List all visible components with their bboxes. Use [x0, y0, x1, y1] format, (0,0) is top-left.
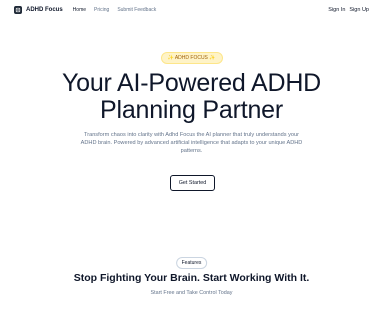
logo-glyph	[15, 7, 21, 13]
features-pill: Features	[175, 257, 208, 269]
hero-subtitle: Transform chaos into clarity with Adhd F…	[80, 132, 303, 155]
hero-title-line-1: Your AI-Powered ADHD	[61, 69, 322, 97]
brain-logo-icon[interactable]	[14, 6, 22, 14]
hero-title: Your AI-Powered ADHD Planning Partner	[0, 70, 383, 124]
nav-link-submit-feedback[interactable]: Submit Feedback	[117, 7, 156, 13]
auth-links: Sign In Sign Up	[328, 7, 369, 13]
brand-name[interactable]: ADHD Focus	[26, 7, 63, 13]
main-nav: Home Pricing Submit Feedback	[73, 7, 157, 13]
sign-up-link[interactable]: Sign Up	[349, 7, 369, 13]
features-title: Stop Fighting Your Brain. Start Working …	[73, 272, 310, 284]
features-subtitle: Start Free and Take Control Today	[150, 290, 233, 296]
hero-title-line-2: Planning Partner	[99, 96, 284, 124]
get-started-button[interactable]: Get Started	[170, 175, 215, 191]
nav-link-home[interactable]: Home	[73, 7, 86, 13]
top-nav-bar: ADHD Focus Home Pricing Submit Feedback …	[0, 0, 383, 20]
landing-page: ADHD Focus Home Pricing Submit Feedback …	[0, 0, 383, 328]
sign-in-link[interactable]: Sign In	[328, 7, 345, 13]
nav-link-pricing[interactable]: Pricing	[94, 7, 109, 13]
hero-badge: ✨ ADHD FOCUS ✨	[160, 52, 223, 64]
